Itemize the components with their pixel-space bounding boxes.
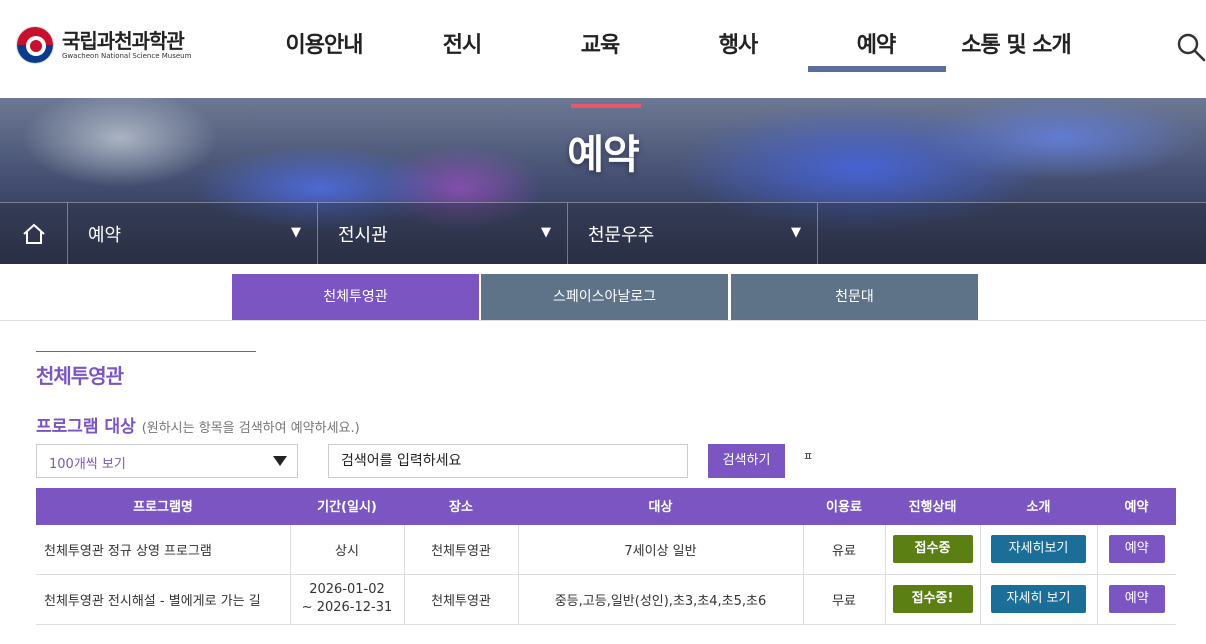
location-bar: 예약 ▼ 전시관 ▼ 천문우주 ▼ xyxy=(0,202,1206,264)
nav-item-exhibition[interactable]: 전시 xyxy=(393,30,531,62)
program-period: 상시 xyxy=(290,524,405,575)
program-target: 7세이상 일반 xyxy=(518,524,804,575)
table-row: 천체투영관 정규 상영 프로그램 상시 천체투영관 7세이상 일반 유료 접수중… xyxy=(36,524,1176,575)
search-input[interactable] xyxy=(328,444,688,478)
program-place: 천체투영관 xyxy=(404,574,519,625)
sub-tabs: 천체투영관 스페이스아날로그 천문대 xyxy=(0,264,1206,321)
status-badge: 접수중! xyxy=(892,585,973,613)
site-header: 국립과천과학관 Gwacheon National Science Museum… xyxy=(0,0,1206,98)
program-name: 천체투영관 정규 상영 프로그램 xyxy=(36,524,291,575)
col-place: 장소 xyxy=(404,488,518,525)
program-fee: 유료 xyxy=(803,524,886,575)
site-logo[interactable]: 국립과천과학관 Gwacheon National Science Museum xyxy=(16,26,191,64)
logo-title: 국립과천과학관 xyxy=(62,28,185,53)
detail-button[interactable]: 자세히보기 xyxy=(991,535,1086,564)
location-dropdown-exhibition-hall[interactable]: 전시관 ▼ xyxy=(318,203,568,264)
program-fee: 무료 xyxy=(803,574,886,625)
table-header-row: 프로그램명 기간(일시) 장소 대상 이용료 진행상태 소개 예약 xyxy=(36,488,1176,525)
period-start: 2026-01-02 xyxy=(309,582,385,597)
program-name: 천체투영관 전시해설 - 별에게로 가는 길 xyxy=(36,574,291,625)
status-badge: 접수중 xyxy=(892,535,973,564)
detail-button[interactable]: 자세히 보기 xyxy=(991,585,1086,613)
page-title: 예약 xyxy=(567,132,640,178)
dropdown-arrow-icon: ▼ xyxy=(791,225,801,240)
page-size-select[interactable]: 100개씩 보기 xyxy=(36,444,298,478)
home-icon[interactable] xyxy=(0,203,68,264)
tab-planetarium[interactable]: 천체투영관 xyxy=(232,274,479,320)
program-table: 프로그램명 기간(일시) 장소 대상 이용료 진행상태 소개 예약 천체투영관 … xyxy=(36,488,1176,625)
logo-emblem-icon xyxy=(16,26,54,64)
nav-active-indicator xyxy=(808,66,946,72)
section-title: 천체투영관 xyxy=(36,364,124,388)
main-nav: 이용안내 전시 교육 행사 예약 소통 및 소개 xyxy=(255,30,1087,62)
section-divider xyxy=(36,351,256,352)
location-label: 전시관 xyxy=(338,225,388,246)
search-button[interactable]: 검색하기 xyxy=(708,444,785,478)
chevron-down-icon xyxy=(273,456,287,466)
col-intro: 소개 xyxy=(980,488,1097,525)
nav-item-education[interactable]: 교육 xyxy=(531,30,669,62)
col-reserve: 예약 xyxy=(1097,488,1176,525)
col-status: 진행상태 xyxy=(885,488,980,525)
tab-space-analog[interactable]: 스페이스아날로그 xyxy=(481,274,728,320)
tab-observatory[interactable]: 천문대 xyxy=(731,274,978,320)
nav-item-guide[interactable]: 이용안내 xyxy=(255,30,393,62)
col-fee: 이용료 xyxy=(803,488,885,525)
page-banner: 예약 예약 ▼ 전시관 ▼ 천문우주 ▼ xyxy=(0,98,1206,264)
search-icon[interactable] xyxy=(1176,32,1206,62)
col-program-name: 프로그램명 xyxy=(36,488,290,525)
location-dropdown-reservation[interactable]: 예약 ▼ xyxy=(68,203,318,264)
detail-cell: 자세히보기 xyxy=(980,524,1098,575)
period-end: ~ 2026-12-31 xyxy=(301,600,393,615)
dropdown-arrow-icon: ▼ xyxy=(291,225,301,240)
reserve-cell: 예약 xyxy=(1097,524,1176,575)
logo-subtitle: Gwacheon National Science Museum xyxy=(62,51,192,60)
reserve-button[interactable]: 예약 xyxy=(1108,535,1165,564)
status-cell: 접수중 xyxy=(885,524,981,575)
reserve-cell: 예약 xyxy=(1097,574,1176,625)
program-target-heading: 프로그램 대상 (원하시는 항목을 검색하여 예약하세요.) xyxy=(36,412,360,437)
nav-item-reservation[interactable]: 예약 xyxy=(807,30,945,62)
program-target-help: (원하시는 항목을 검색하여 예약하세요.) xyxy=(141,421,360,436)
col-period: 기간(일시) xyxy=(290,488,404,525)
dropdown-arrow-icon: ▼ xyxy=(541,225,551,240)
col-target: 대상 xyxy=(518,488,803,525)
reserve-button[interactable]: 예약 xyxy=(1108,585,1165,613)
location-dropdown-astronomy[interactable]: 천문우주 ▼ xyxy=(568,203,818,264)
location-label: 천문우주 xyxy=(588,225,655,246)
program-target: 중등,고등,일반(성인),초3,초4,초5,초6 xyxy=(518,574,804,625)
program-period: 2026-01-02 ~ 2026-12-31 xyxy=(290,574,405,625)
misc-glyph: ㅍ xyxy=(803,450,814,463)
status-cell: 접수중! xyxy=(885,574,981,625)
nav-item-about[interactable]: 소통 및 소개 xyxy=(945,30,1087,62)
page-size-value: 100개씩 보기 xyxy=(49,457,126,472)
banner-accent-bar xyxy=(571,104,641,108)
program-place: 천체투영관 xyxy=(404,524,519,575)
nav-item-events[interactable]: 행사 xyxy=(669,30,807,62)
detail-cell: 자세히 보기 xyxy=(980,574,1098,625)
location-label: 예약 xyxy=(88,225,122,246)
table-row: 천체투영관 전시해설 - 별에게로 가는 길 2026-01-02 ~ 2026… xyxy=(36,574,1176,625)
program-target-label: 프로그램 대상 xyxy=(36,417,136,437)
